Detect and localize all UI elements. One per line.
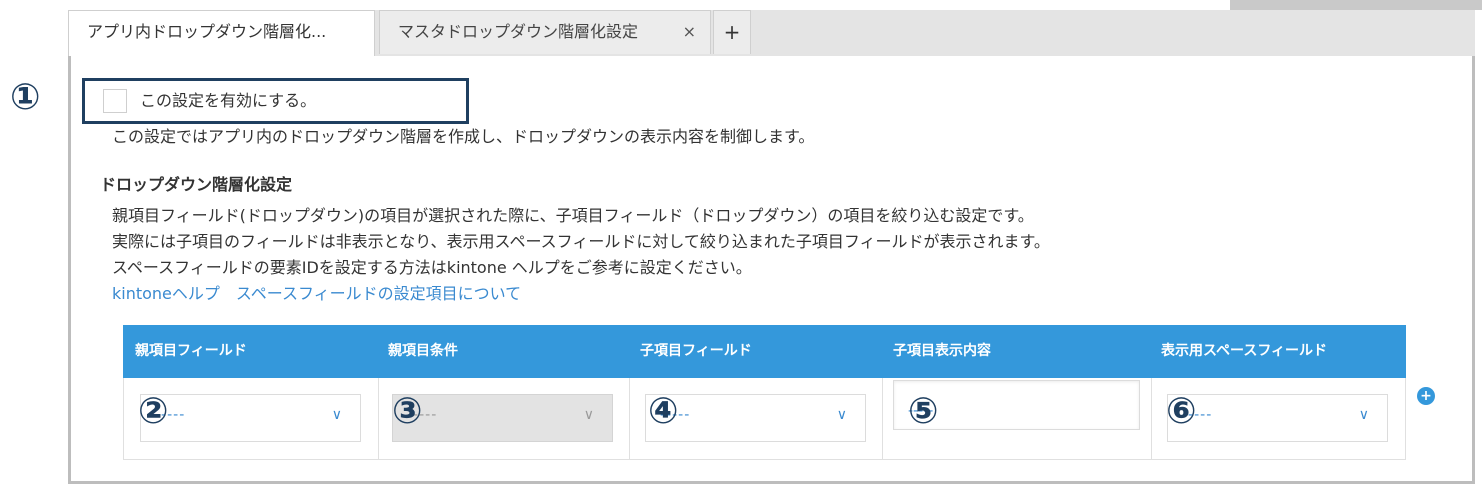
chevron-down-icon: ∨ <box>1358 407 1369 423</box>
help-line: スペースフィールドの要素IDを設定する方法はkintone ヘルプをご参考に設定… <box>112 258 752 277</box>
section-help: 親項目フィールド(ドロップダウン)の項目が選択された際に、子項目フィールド（ドロ… <box>112 203 1050 281</box>
header-space-field: 表示用スペースフィールド <box>1161 343 1328 359</box>
tab-master-dropdown[interactable]: マスタドロップダウン階層化設定 × <box>379 10 711 54</box>
tab-bar: アプリ内ドロップダウン階層化... マスタドロップダウン階層化設定 × + <box>68 10 1475 56</box>
callout-4: ④ <box>648 391 679 432</box>
header-parent-condition: 親項目条件 <box>388 343 458 359</box>
enable-label: この設定を有効にする。 <box>140 91 317 110</box>
cell-divider <box>1151 378 1152 459</box>
space-field-select[interactable]: ----- ∨ <box>1167 394 1388 442</box>
chevron-down-icon: ∨ <box>836 407 847 423</box>
header-child-display: 子項目表示内容 <box>893 343 991 359</box>
enable-checkbox[interactable] <box>103 89 127 113</box>
section-title: ドロップダウン階層化設定 <box>100 175 293 194</box>
callout-1: ① <box>10 77 41 118</box>
header-parent-field: 親項目フィールド <box>135 343 247 359</box>
callout-6: ⑥ <box>1166 391 1197 432</box>
tab-app-dropdown[interactable]: アプリ内ドロップダウン階層化... <box>68 10 375 56</box>
close-icon[interactable]: × <box>683 11 696 53</box>
tab-label: アプリ内ドロップダウン階層化... <box>87 22 327 41</box>
tab-label: マスタドロップダウン階層化設定 <box>398 22 639 41</box>
chevron-down-icon: ∨ <box>583 407 594 423</box>
cell-divider <box>629 378 630 459</box>
add-tab-button[interactable]: + <box>713 10 751 54</box>
header-child-field: 子項目フィールド <box>640 343 752 359</box>
description-text: この設定ではアプリ内のドロップダウン階層を作成し、ドロップダウンの表示内容を制御… <box>112 127 815 146</box>
callout-5: ⑤ <box>908 391 939 432</box>
top-strip <box>1230 0 1482 10</box>
cell-divider <box>378 378 379 459</box>
parent-field-select[interactable]: ----- ∨ <box>140 394 361 442</box>
help-line: 実際には子項目のフィールドは非表示となり、表示用スペースフィールドに対して絞り込… <box>112 232 1050 251</box>
kintone-help-link[interactable]: kintoneヘルプ スペースフィールドの設定項目について <box>112 282 521 306</box>
chevron-down-icon: ∨ <box>331 407 342 423</box>
help-line: 親項目フィールド(ドロップダウン)の項目が選択された際に、子項目フィールド（ドロ… <box>112 206 1034 225</box>
parent-condition-select[interactable]: ----- ∨ <box>392 394 613 442</box>
callout-3: ③ <box>392 391 423 432</box>
callout-2: ② <box>138 391 169 432</box>
cell-divider <box>882 378 883 459</box>
add-row-icon[interactable]: + <box>1417 387 1435 405</box>
table-row: ----- ∨ ----- ∨ ----- ∨ ----- ----- ∨ <box>123 378 1406 460</box>
table-header: 親項目フィールド 親項目条件 子項目フィールド 子項目表示内容 表示用スペースフ… <box>123 325 1406 378</box>
